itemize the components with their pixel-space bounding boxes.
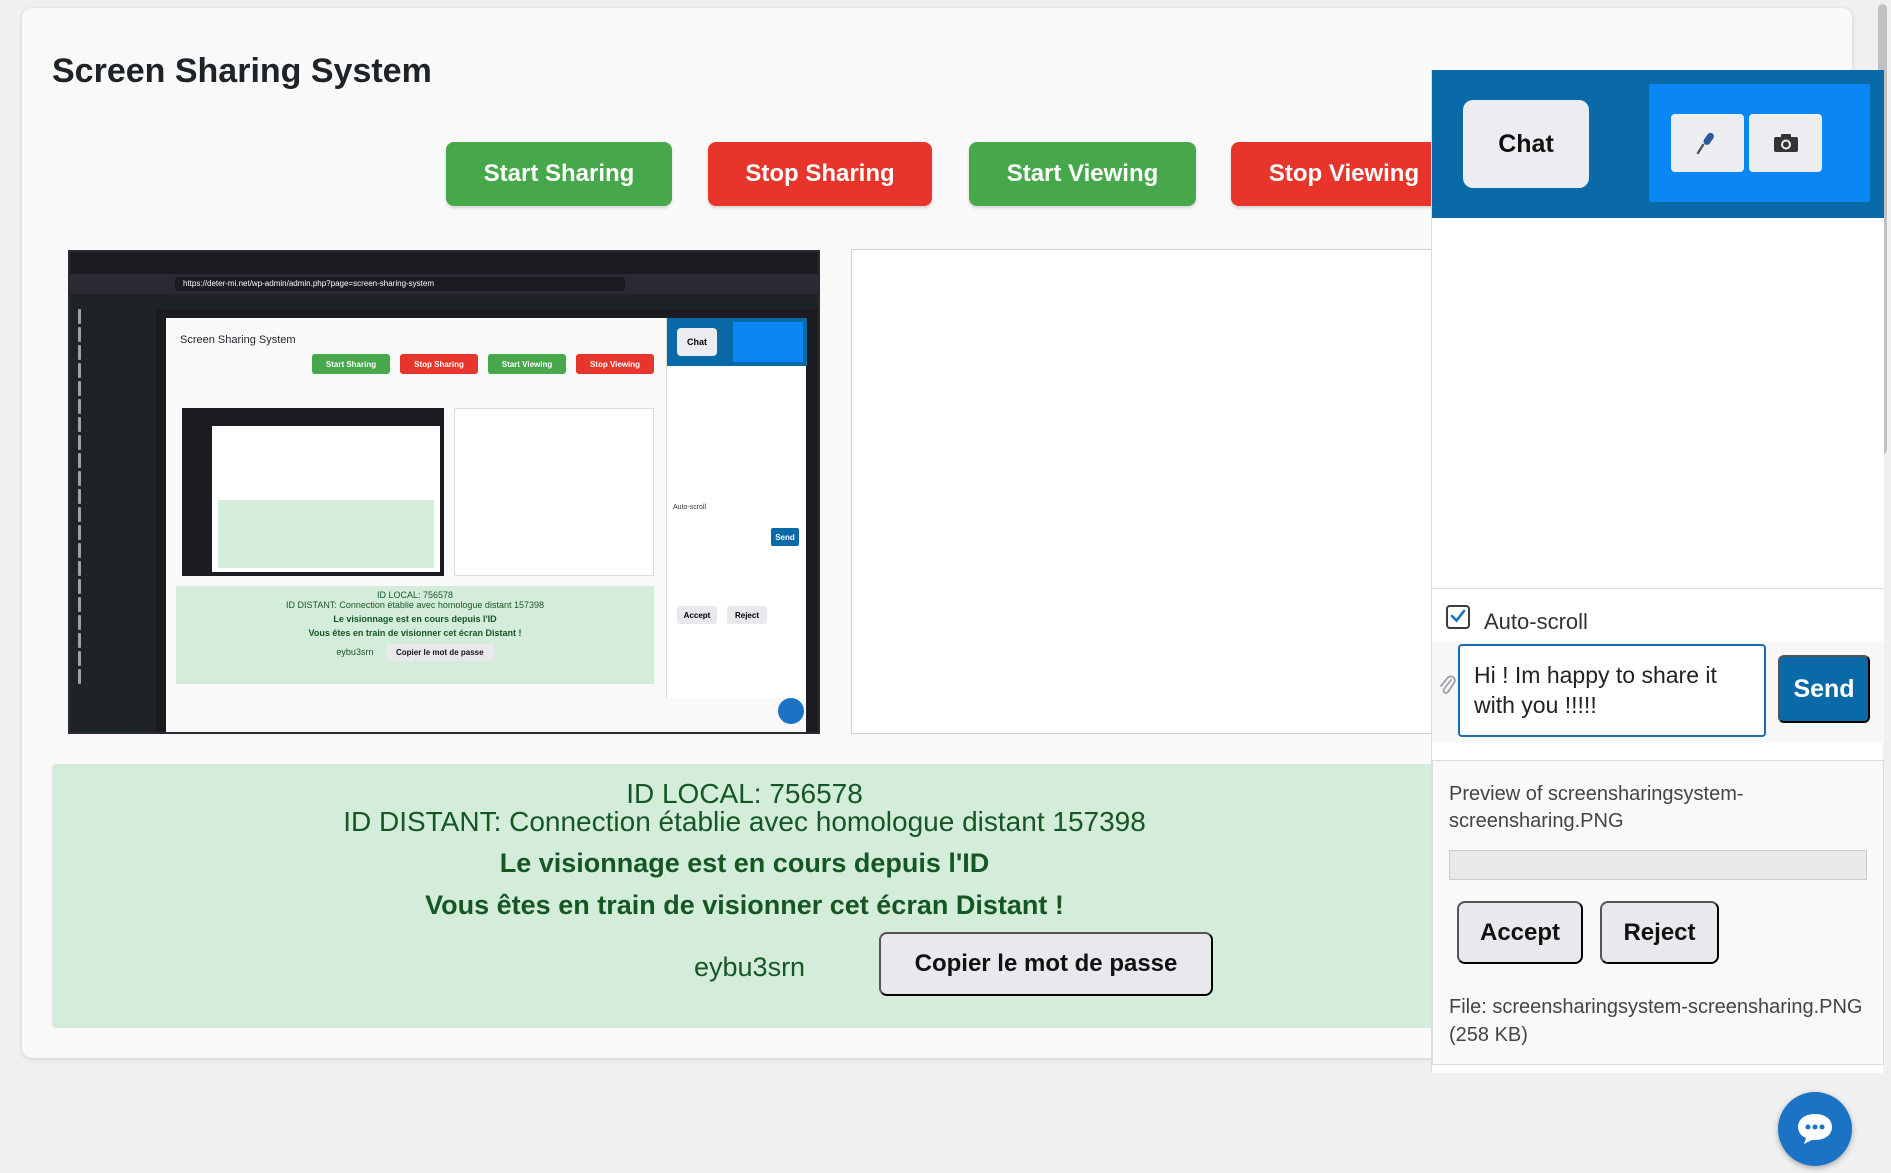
browser-tab-strip xyxy=(70,252,818,274)
start-viewing-button[interactable]: Start Viewing xyxy=(969,142,1196,206)
shared-page-title: Screen Sharing System xyxy=(180,334,296,346)
chat-header: Chat xyxy=(1432,70,1884,218)
stop-viewing-button[interactable]: Stop Viewing xyxy=(1231,142,1457,206)
start-sharing-button[interactable]: Start Sharing xyxy=(446,142,672,206)
preview-title: Preview of screensharingsystem-screensha… xyxy=(1449,783,1744,832)
stop-sharing-button[interactable]: Stop Sharing xyxy=(708,142,932,206)
remote-video xyxy=(851,249,1437,734)
preview-progress-bar xyxy=(1449,850,1867,880)
autoscroll-row: Auto-scroll xyxy=(1432,588,1884,642)
browser-url: https://deter-mi.net/wp-admin/admin.php?… xyxy=(175,277,625,291)
remote-id-text: ID DISTANT: Connection établie avec homo… xyxy=(343,806,1146,837)
viewing-status-text: Le visionnage est en cours depuis l'ID xyxy=(499,848,990,878)
wp-admin-sidebar xyxy=(70,309,156,732)
copy-password-button[interactable]: Copier le mot de passe xyxy=(879,932,1213,996)
shared-start-sharing: Start Sharing xyxy=(312,354,390,374)
password-text: eybu3srn xyxy=(694,952,806,982)
autoscroll-label: Auto-scroll xyxy=(1484,609,1588,634)
file-info: File: screensharingsystem-screensharing.… xyxy=(1449,996,1863,1046)
page-title: Screen Sharing System xyxy=(52,52,432,90)
autoscroll-checkbox[interactable] xyxy=(1446,605,1470,629)
microphone-icon[interactable] xyxy=(1671,114,1744,172)
media-controls xyxy=(1649,84,1870,202)
connection-status: ID LOCAL: 756578 ID DISTANT: Connection … xyxy=(52,764,1452,1028)
accept-button[interactable]: Accept xyxy=(1457,901,1583,964)
browser-url-bar: https://deter-mi.net/wp-admin/admin.php?… xyxy=(70,274,818,294)
chat-bubble-icon xyxy=(1798,1114,1832,1144)
chat-bubble-button[interactable] xyxy=(1778,1092,1852,1166)
chat-tab[interactable]: Chat xyxy=(1463,100,1589,188)
nested-video xyxy=(182,408,444,576)
chat-message-input[interactable] xyxy=(1458,644,1766,737)
shared-start-viewing: Start Viewing xyxy=(488,354,566,374)
shared-stop-viewing: Stop Viewing xyxy=(576,354,654,374)
chat-panel: Chat Auto-scroll Hi ! Im happy to share … xyxy=(1431,70,1884,1073)
shared-stop-sharing: Stop Sharing xyxy=(400,354,478,374)
chat-messages xyxy=(1432,218,1884,588)
nested-remote-video xyxy=(454,408,654,576)
shared-status: ID LOCAL: 756578 ID DISTANT: Connection … xyxy=(176,586,654,684)
remote-view-text: Vous êtes en train de visionner cet écra… xyxy=(425,890,1064,920)
chat-input-row: Send xyxy=(1432,642,1884,742)
send-button[interactable]: Send xyxy=(1778,655,1870,723)
shared-chat-fab xyxy=(778,698,804,724)
local-video: https://deter-mi.net/wp-admin/admin.php?… xyxy=(68,250,820,734)
file-preview: Preview of screensharingsystem-screensha… xyxy=(1432,760,1884,1065)
paperclip-icon[interactable] xyxy=(1438,674,1456,696)
shared-chat-panel: Chat Auto-scroll Send Accept Reject xyxy=(666,318,807,698)
reject-button[interactable]: Reject xyxy=(1600,901,1719,964)
shared-page: Screen Sharing System Start Sharing Stop… xyxy=(166,318,807,732)
camera-icon[interactable] xyxy=(1749,114,1822,172)
wp-admin-bar xyxy=(70,294,818,309)
